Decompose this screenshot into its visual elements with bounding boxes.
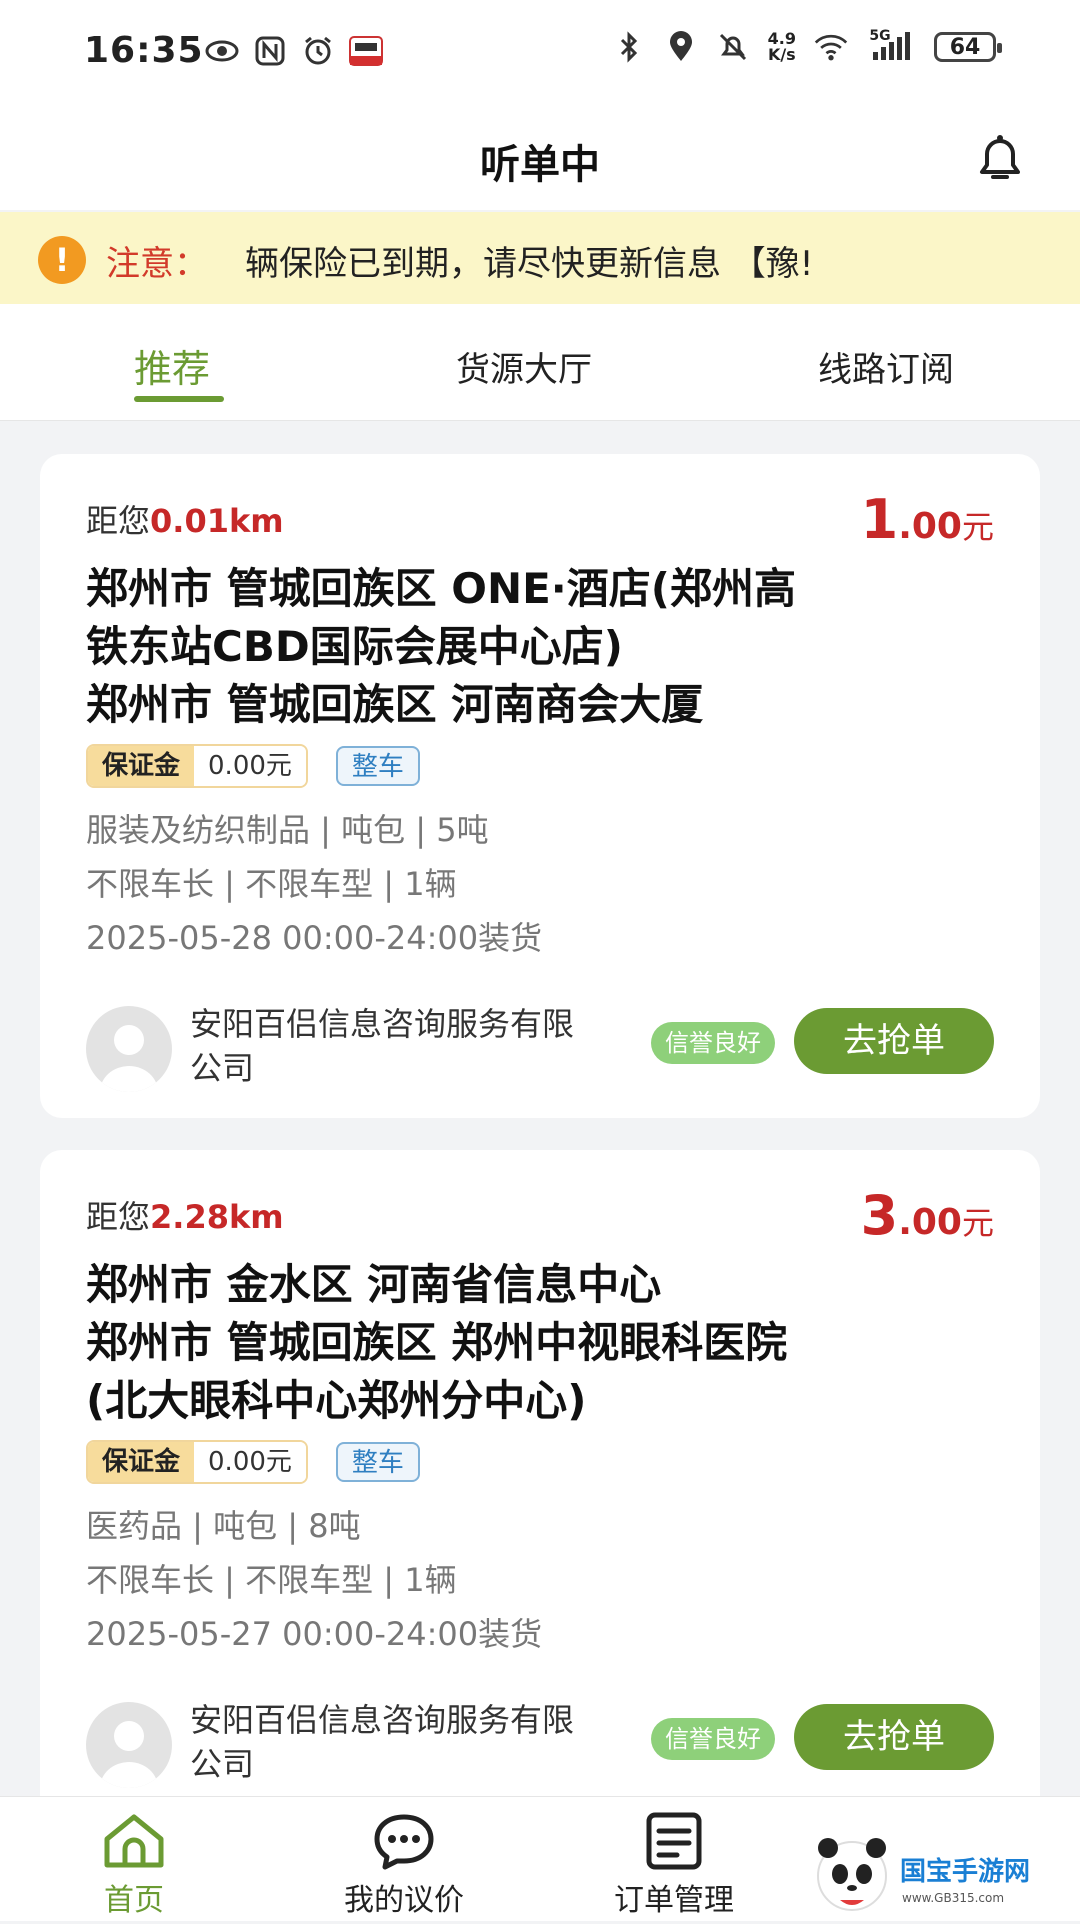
- distance: 距您0.01km: [86, 502, 284, 540]
- home-icon: [104, 1814, 164, 1868]
- tab-cargo-hall[interactable]: 货源大厅: [456, 342, 592, 391]
- route: 郑州市 金水区 河南省信息中心 郑州市 管城回族区 郑州中视眼科医院 (北大眼科…: [86, 1256, 994, 1430]
- avatar: [86, 1006, 172, 1092]
- bluetooth-icon: [612, 30, 646, 64]
- company-name: 安阳百侣信息咨询服务有限公司: [190, 1701, 575, 1783]
- nfc-icon: [253, 34, 287, 68]
- tab-route-subscription[interactable]: 线路订阅: [818, 342, 954, 391]
- goods-info: 医药品 | 吨包 | 8吨: [86, 1507, 361, 1545]
- svg-text:国宝手游网: 国宝手游网: [900, 1856, 1030, 1887]
- notice-banner[interactable]: ! 注意： 辆保险已到期，请尽快更新信息 【豫!: [0, 212, 1080, 304]
- tab-indicator: [134, 396, 224, 402]
- eye-icon: [205, 34, 239, 68]
- chat-icon: [374, 1814, 434, 1870]
- wifi-icon: [814, 30, 848, 64]
- route-line: 郑州市 管城回族区 ONE·酒店(郑州高: [86, 564, 796, 613]
- status-bar: 16:35 4.9 K/s 5G 64: [0, 0, 1080, 110]
- route-line: (北大眼科中心郑州分中心): [86, 1376, 587, 1425]
- bell-icon[interactable]: [970, 128, 1030, 188]
- distance: 距您2.28km: [86, 1198, 284, 1236]
- route-line: 铁东站CBD国际会展中心店): [86, 622, 623, 671]
- page-title: 听单中: [480, 142, 600, 188]
- load-time: 2025-05-27 00:00-24:00装货: [86, 1615, 543, 1653]
- mute-icon: [716, 30, 750, 64]
- cellular-signal-icon: 5G: [866, 28, 916, 64]
- svg-text:www.GB315.com: www.GB315.com: [902, 1891, 1004, 1905]
- title-bar: 听单中: [0, 110, 1080, 210]
- load-time: 2025-05-28 00:00-24:00装货: [86, 919, 543, 957]
- nav-my-bargain[interactable]: 我的议价: [304, 1811, 504, 1919]
- status-time: 16:35: [84, 30, 204, 71]
- battery-icon: 64: [934, 32, 1002, 62]
- nav-order-management[interactable]: 订单管理: [574, 1811, 774, 1919]
- nav-home[interactable]: 首页: [34, 1811, 234, 1919]
- deposit-badge: 保证金 0.00元: [86, 744, 308, 788]
- goods-info: 服装及纺织制品 | 吨包 | 5吨: [86, 811, 489, 849]
- vehicle-tag: 整车: [335, 1442, 420, 1482]
- tab-bar: 推荐 货源大厅 线路订阅: [0, 304, 1080, 421]
- deposit-badge: 保证金 0.00元: [86, 1440, 308, 1484]
- network-speed: 4.9 K/s: [767, 29, 796, 64]
- order-card[interactable]: 距您0.01km 1.00元 郑州市 管城回族区 ONE·酒店(郑州高 铁东站C…: [40, 454, 1040, 1118]
- alarm-icon: [301, 34, 335, 68]
- order-card[interactable]: 距您2.28km 3.00元 郑州市 金水区 河南省信息中心 郑州市 管城回族区…: [40, 1150, 1040, 1830]
- vehicle-info: 不限车长 | 不限车型 | 1辆: [86, 865, 457, 903]
- vehicle-info: 不限车长 | 不限车型 | 1辆: [86, 1561, 457, 1599]
- app-notification-icon: [349, 34, 383, 68]
- notice-text: 辆保险已到期，请尽快更新信息 【豫!: [245, 244, 814, 284]
- price: 3.00元: [860, 1184, 994, 1247]
- credit-badge: 信誉良好: [651, 1718, 775, 1760]
- grab-order-button[interactable]: 去抢单: [794, 1704, 994, 1770]
- location-icon: [664, 30, 698, 64]
- company-name: 安阳百侣信息咨询服务有限公司: [190, 1005, 575, 1087]
- notice-label: 注意：: [106, 244, 208, 284]
- watermark-logo: 国宝手游网 www.GB315.com: [810, 1830, 1060, 1920]
- credit-badge: 信誉良好: [651, 1022, 775, 1064]
- route-line: 郑州市 管城回族区 河南商会大厦: [86, 680, 704, 729]
- grab-order-button[interactable]: 去抢单: [794, 1008, 994, 1074]
- route-line: 郑州市 金水区 河南省信息中心: [86, 1260, 662, 1309]
- route-line: 郑州市 管城回族区 郑州中视眼科医院: [86, 1318, 788, 1367]
- order-list-icon: [646, 1812, 702, 1870]
- tab-recommend[interactable]: 推荐: [134, 338, 210, 393]
- warning-icon: !: [38, 236, 86, 284]
- vehicle-tag: 整车: [335, 746, 420, 786]
- avatar: [86, 1702, 172, 1788]
- price: 1.00元: [860, 488, 994, 551]
- route: 郑州市 管城回族区 ONE·酒店(郑州高 铁东站CBD国际会展中心店) 郑州市 …: [86, 560, 994, 734]
